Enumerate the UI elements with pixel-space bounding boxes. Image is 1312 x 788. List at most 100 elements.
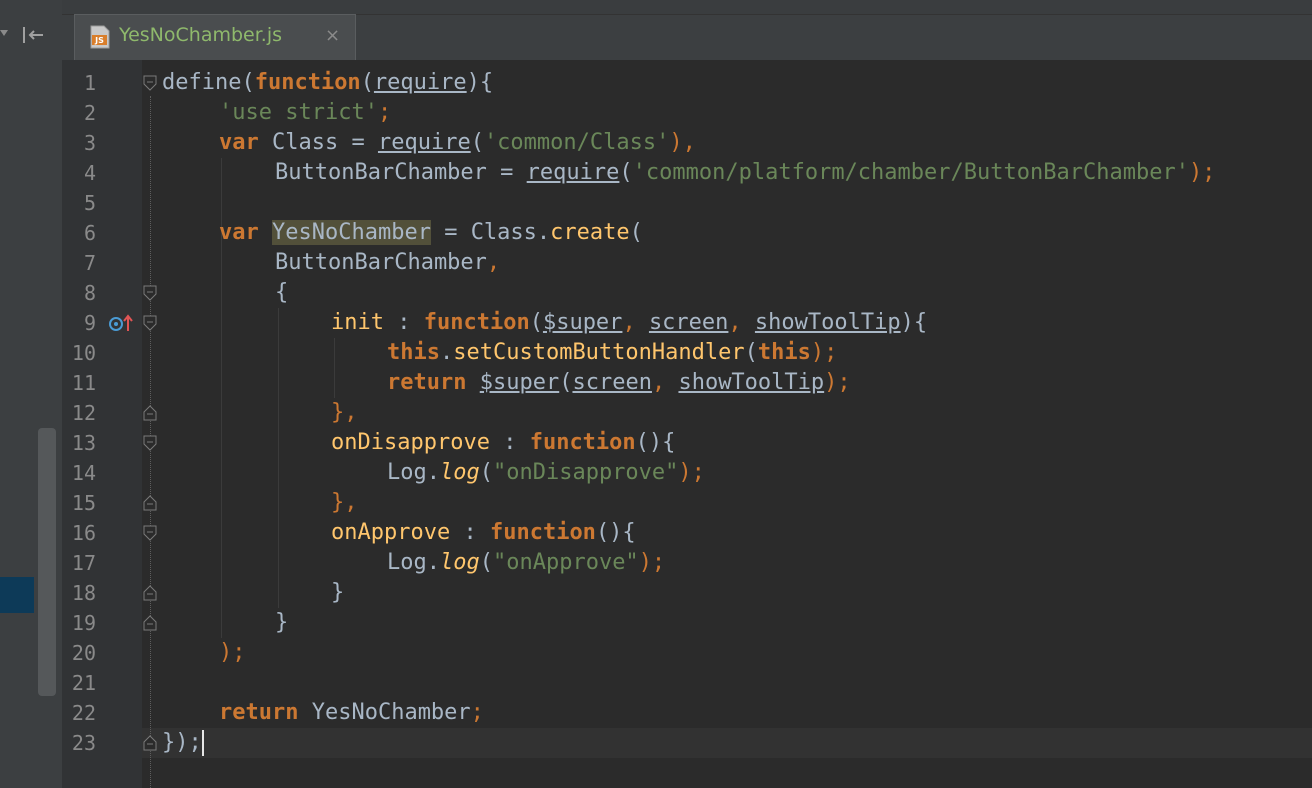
code-token: (){ xyxy=(635,430,676,455)
code-line: define(function(require){ xyxy=(162,68,493,98)
code-token: $super xyxy=(542,310,623,335)
overrides-method-icon[interactable] xyxy=(108,313,134,333)
code-token: 'common/platform/chamber/ButtonBarChambe… xyxy=(632,160,1189,185)
fold-open-icon[interactable] xyxy=(142,524,158,542)
code-token: function xyxy=(254,70,361,95)
code-token: this xyxy=(757,340,811,365)
code-token: . xyxy=(439,340,454,365)
code-token: : xyxy=(383,310,424,335)
code-token: "onDisapprove" xyxy=(492,460,679,485)
code-line: }, xyxy=(331,398,358,428)
code-line: ); xyxy=(219,638,246,668)
code-token: showToolTip xyxy=(678,370,825,395)
selected-item-highlight[interactable] xyxy=(0,577,34,613)
tab-bar-top-border xyxy=(62,0,1312,15)
code-token: ); xyxy=(824,370,851,395)
code-token: ( xyxy=(619,160,633,185)
code-token: , xyxy=(622,310,649,335)
close-icon[interactable]: × xyxy=(325,25,340,46)
code-token: ButtonBarChamber xyxy=(275,250,487,275)
line-number: 23 xyxy=(71,731,96,755)
code-token: { xyxy=(275,280,289,305)
code-line: ButtonBarChamber, xyxy=(275,248,500,278)
code-token: onApprove xyxy=(331,520,451,545)
fold-close-icon[interactable] xyxy=(142,734,158,752)
fold-open-icon[interactable] xyxy=(142,314,158,332)
code-line: Log.log("onDisapprove"); xyxy=(387,458,705,488)
code-token: ( xyxy=(360,70,374,95)
code-line: 'use strict'; xyxy=(219,98,391,128)
code-editor[interactable]: define(function(require){ 'use strict'; … xyxy=(160,68,1312,788)
code-token: , xyxy=(728,310,755,335)
code-token: create xyxy=(550,220,630,245)
line-number: 6 xyxy=(83,221,96,245)
code-token: ( xyxy=(529,310,543,335)
line-number: 22 xyxy=(71,701,96,725)
code-token: ; xyxy=(377,100,392,125)
code-token: 'common/Class' xyxy=(483,130,670,155)
code-token: } xyxy=(275,610,289,635)
line-number: 11 xyxy=(71,371,96,395)
code-token: ); xyxy=(1188,160,1216,185)
code-token: Class = xyxy=(258,130,378,155)
line-number: 7 xyxy=(83,251,96,275)
tab-yesnochamber[interactable]: JS YesNoChamber.js × xyxy=(74,14,356,60)
code-token: setCustomButtonHandler xyxy=(453,340,745,365)
fold-close-icon[interactable] xyxy=(142,404,158,422)
code-token: log xyxy=(439,460,480,485)
code-token: "onApprove" xyxy=(492,550,639,575)
code-token: ; xyxy=(470,700,484,725)
code-token: ( xyxy=(744,340,758,365)
code-token: screen xyxy=(648,310,729,335)
line-number: 9 xyxy=(83,311,96,335)
chevron-down-icon[interactable] xyxy=(0,30,8,36)
code-token: ( xyxy=(479,550,493,575)
code-token: }, xyxy=(331,400,358,425)
code-token: this xyxy=(387,340,440,365)
code-token: }); xyxy=(162,730,202,755)
line-number: 18 xyxy=(71,581,96,605)
code-token: require xyxy=(377,130,471,155)
fold-open-icon[interactable] xyxy=(142,434,158,452)
code-token: ); xyxy=(219,640,246,665)
line-number: 15 xyxy=(71,491,96,515)
code-token: , xyxy=(651,370,679,395)
fold-close-icon[interactable] xyxy=(142,584,158,602)
fold-close-icon[interactable] xyxy=(142,614,158,632)
code-token: ); xyxy=(810,340,838,365)
line-number: 17 xyxy=(71,551,96,575)
file-icon-label: JS xyxy=(94,36,104,45)
code-line: var Class = require('common/Class'), xyxy=(219,128,696,158)
code-token: 'use strict' xyxy=(219,100,378,125)
line-number: 10 xyxy=(71,341,96,365)
code-line: } xyxy=(275,608,288,638)
collapse-panel-icon[interactable] xyxy=(22,26,44,44)
code-token: ButtonBarChamber = xyxy=(275,160,527,185)
code-token: ){ xyxy=(900,310,928,335)
code-token: }, xyxy=(331,490,358,515)
code-line: } xyxy=(331,578,344,608)
line-number: 2 xyxy=(83,101,96,125)
code-token: require xyxy=(373,70,467,95)
code-token: ( xyxy=(629,220,643,245)
code-token: log xyxy=(439,550,480,575)
scrollbar-thumb[interactable] xyxy=(38,428,56,696)
fold-close-icon[interactable] xyxy=(142,494,158,512)
code-line: return YesNoChamber; xyxy=(219,698,484,728)
code-token: YesNoChamber xyxy=(272,220,431,245)
left-tool-strip xyxy=(0,0,63,788)
line-number: 3 xyxy=(83,131,96,155)
fold-open-icon[interactable] xyxy=(142,74,158,92)
code-token: : xyxy=(489,430,530,455)
code-line: onDisapprove : function(){ xyxy=(331,428,675,458)
fold-open-icon[interactable] xyxy=(142,284,158,302)
tab-label: YesNoChamber.js xyxy=(119,24,283,46)
line-number: 14 xyxy=(71,461,96,485)
code-token: = Class. xyxy=(430,220,551,245)
code-token: : xyxy=(450,520,490,545)
line-number: 4 xyxy=(83,161,96,185)
code-token: ); xyxy=(678,460,705,485)
code-token: showToolTip xyxy=(754,310,901,335)
javascript-file-icon: JS xyxy=(90,25,110,49)
code-token: ){ xyxy=(466,70,494,95)
